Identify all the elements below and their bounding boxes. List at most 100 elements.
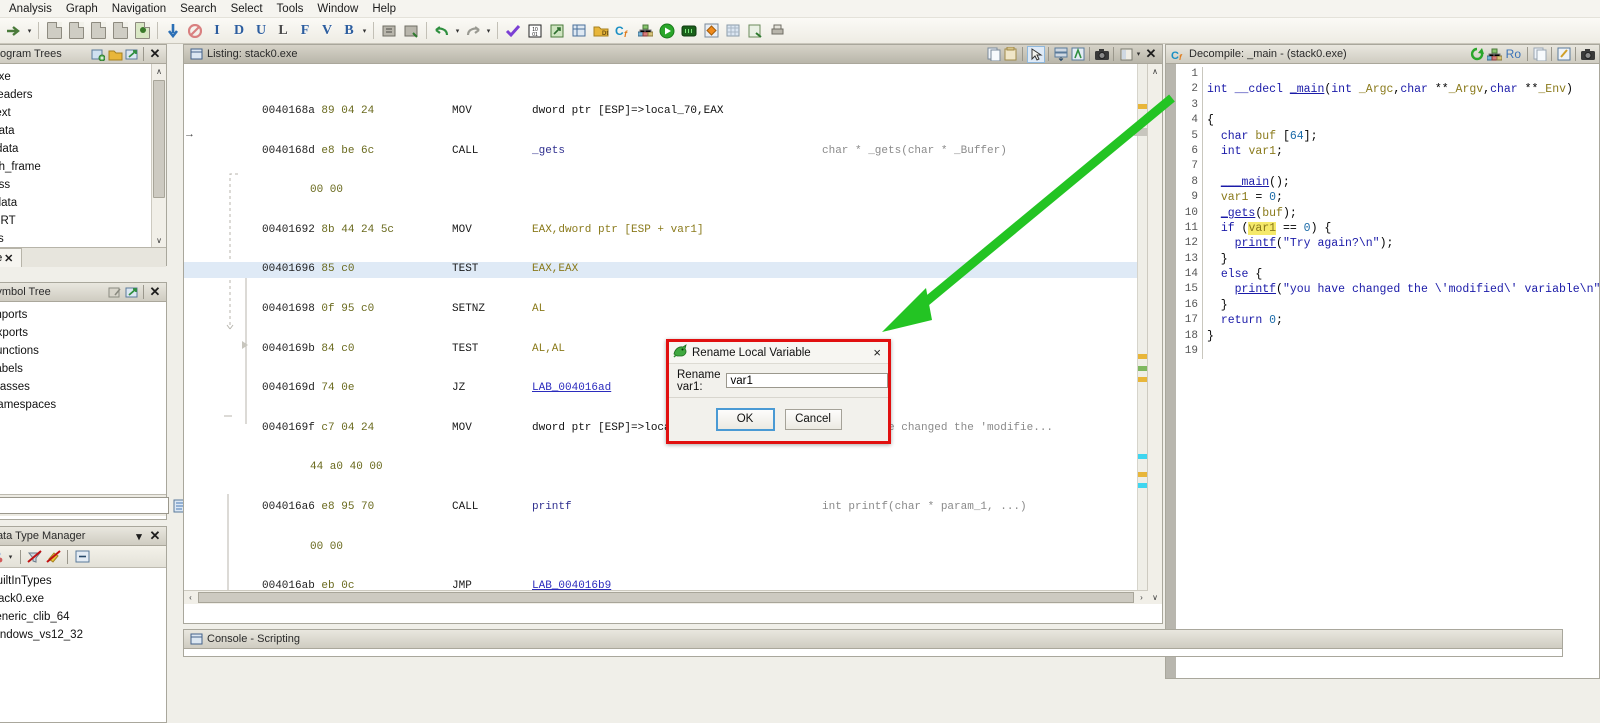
tree-item-4[interactable]: .rdata — [0, 140, 166, 158]
menu-item-graph[interactable]: Graph — [59, 2, 105, 16]
symbol-item-1[interactable]: Exports — [0, 324, 166, 342]
code-line[interactable]: 1 — [1176, 67, 1599, 83]
tree-item-0[interactable]: .exe — [0, 68, 166, 86]
forward-dropdown-icon[interactable]: ▾ — [25, 20, 34, 41]
code-line[interactable]: 15 printf("you have changed the \'modifi… — [1176, 282, 1599, 298]
code-line[interactable]: 8 ___main(); — [1176, 174, 1599, 191]
struct-edit2-icon[interactable] — [400, 20, 422, 41]
listing-row[interactable]: 00 00 — [262, 183, 1144, 199]
cursor-select-icon[interactable] — [1027, 45, 1045, 63]
decompiler-body[interactable]: 1 2 int __cdecl _main(int _Argc,char **_A… — [1166, 64, 1599, 678]
code-line-highlighted[interactable]: 11 if (var1 == 0) { — [1176, 220, 1599, 237]
new-page-icon[interactable] — [43, 20, 65, 41]
camera-snapshot-icon[interactable] — [1094, 47, 1110, 62]
dtm-new-dropdown-icon[interactable]: ▾ — [6, 553, 15, 561]
block-stop-icon[interactable] — [184, 20, 206, 41]
code-line[interactable]: 19 — [1176, 344, 1599, 360]
program-tree-tab[interactable]: ee ✕ — [0, 248, 23, 267]
undo-dropdown-icon[interactable]: ▾ — [453, 20, 462, 41]
toolbar-letter-U[interactable]: U — [250, 20, 272, 41]
folder-d-icon[interactable]: Dt — [590, 20, 612, 41]
decompiler-edit-icon[interactable] — [1556, 47, 1572, 62]
binary-icon[interactable]: 10 01 — [524, 20, 546, 41]
scroll-down-icon[interactable]: ∨ — [152, 233, 166, 247]
dtm-filter-off-icon[interactable] — [27, 549, 43, 564]
toolbar-letter-I[interactable]: I — [206, 20, 228, 41]
menu-item-navigation[interactable]: Navigation — [105, 2, 173, 16]
copy-page-icon[interactable] — [87, 20, 109, 41]
ok-button[interactable]: OK — [715, 407, 775, 431]
listing-row[interactable]: 0040168a 89 04 24 MOV dword ptr [ESP]=>loc… — [262, 104, 1144, 120]
rename-input[interactable] — [726, 373, 889, 388]
symbol-item-5[interactable]: Namespaces — [0, 396, 166, 414]
listing-row[interactable]: 00401698 0f 95 c0 SETNZ AL — [262, 302, 1144, 318]
open-page-icon[interactable] — [65, 20, 87, 41]
code-line[interactable]: 7 — [1176, 159, 1599, 175]
diamond-icon[interactable] — [700, 20, 722, 41]
listing-hscrollbar[interactable]: ‹ › — [184, 590, 1148, 604]
debug-icon[interactable] — [678, 20, 700, 41]
listing-row-selected[interactable]: 00401696 85 c0 TEST EAX,EAX — [184, 262, 1162, 278]
add-tree-icon[interactable] — [90, 47, 106, 62]
code-line[interactable]: 13 } — [1176, 251, 1599, 268]
toolbar-letter-V[interactable]: V — [316, 20, 338, 41]
copy-icon[interactable] — [986, 47, 1002, 62]
code-line[interactable]: 16 } — [1176, 297, 1599, 314]
symbol-tree-list[interactable]: Imports Exports Functions Labels Classes… — [0, 302, 166, 494]
redo-dropdown-icon[interactable]: ▾ — [484, 20, 493, 41]
bookmark-marker[interactable] — [1138, 354, 1147, 359]
listing-scroll-up-icon[interactable]: ∧ — [1148, 64, 1162, 78]
undo-icon[interactable] — [431, 20, 453, 41]
toolbar-letter-F[interactable]: F — [294, 20, 316, 41]
listing-row[interactable]: 44 a0 40 00 — [262, 460, 1144, 476]
tree-item-8[interactable]: .CRT — [0, 212, 166, 230]
export-icon[interactable] — [546, 20, 568, 41]
code-line[interactable]: 4{ — [1176, 113, 1599, 129]
listing-scroll-right-icon[interactable]: › — [1135, 591, 1148, 604]
code-line[interactable]: 9 var1 = 0; — [1176, 190, 1599, 206]
menu-item-analysis[interactable]: Analysis — [2, 2, 59, 16]
struct-edit-icon[interactable] — [378, 20, 400, 41]
play-icon[interactable] — [656, 20, 678, 41]
refresh-icon[interactable] — [1470, 47, 1486, 62]
menu-item-select[interactable]: Select — [224, 2, 270, 16]
code-line[interactable]: 18} — [1176, 328, 1599, 345]
bookmark-marker[interactable] — [1138, 472, 1147, 477]
dtm-item-1[interactable]: stack0.exe — [0, 590, 166, 608]
tree-item-1[interactable]: Headers — [0, 86, 166, 104]
close-dtm-icon[interactable]: ✕ — [147, 528, 163, 544]
code-line[interactable]: 6 int var1; — [1176, 143, 1599, 160]
code-line[interactable]: 2 int __cdecl _main(int _Argc,char **_Arg… — [1176, 82, 1599, 98]
dtm-collapse-icon[interactable] — [74, 549, 90, 564]
code-line[interactable]: 17 return 0; — [1176, 313, 1599, 329]
redo-icon[interactable] — [462, 20, 484, 41]
listing-row[interactable]: 004016a6 e8 95 70 CALL printf int printf(ch… — [262, 500, 1144, 516]
dtm-item-0[interactable]: BuiltInTypes — [0, 572, 166, 590]
function-marker[interactable] — [1138, 366, 1147, 371]
close-tab-icon[interactable]: ✕ — [2, 252, 15, 265]
symbol-export-icon[interactable] — [124, 285, 140, 300]
panel-resize-arrow-icon[interactable]: → — [184, 128, 195, 140]
tree-item-6[interactable]: .bss — [0, 176, 166, 194]
open-fields-icon[interactable] — [1053, 47, 1069, 62]
down-arrow-icon[interactable] — [162, 20, 184, 41]
paste-icon[interactable] — [1003, 47, 1019, 62]
forward-arrow-icon[interactable] — [3, 20, 25, 41]
grid-icon[interactable] — [722, 20, 744, 41]
tree-item-5[interactable]: .eh_frame — [0, 158, 166, 176]
diff-icon[interactable] — [1070, 47, 1086, 62]
dtm-item-3[interactable]: windows_vs12_32 — [0, 626, 166, 644]
table-icon[interactable] — [568, 20, 590, 41]
code-line[interactable]: 14 else { — [1176, 267, 1599, 283]
menu-item-tools[interactable]: Tools — [270, 2, 311, 16]
tree-item-2[interactable]: .text — [0, 104, 166, 122]
export-tree-icon[interactable] — [124, 47, 140, 62]
cancel-button[interactable]: Cancel — [784, 408, 842, 430]
scroll-up-icon[interactable]: ∧ — [152, 64, 166, 78]
bookmark-marker[interactable] — [1138, 377, 1147, 382]
decompiler-ro-label[interactable]: Ro — [1503, 47, 1524, 61]
symbol-filter-input[interactable] — [0, 497, 169, 514]
print-icon[interactable] — [766, 20, 788, 41]
listing-row[interactable]: 00401692 8b 44 24 5c MOV EAX,dword ptr [ES… — [262, 223, 1144, 239]
code-line[interactable]: 10 _gets(buf); — [1176, 205, 1599, 221]
